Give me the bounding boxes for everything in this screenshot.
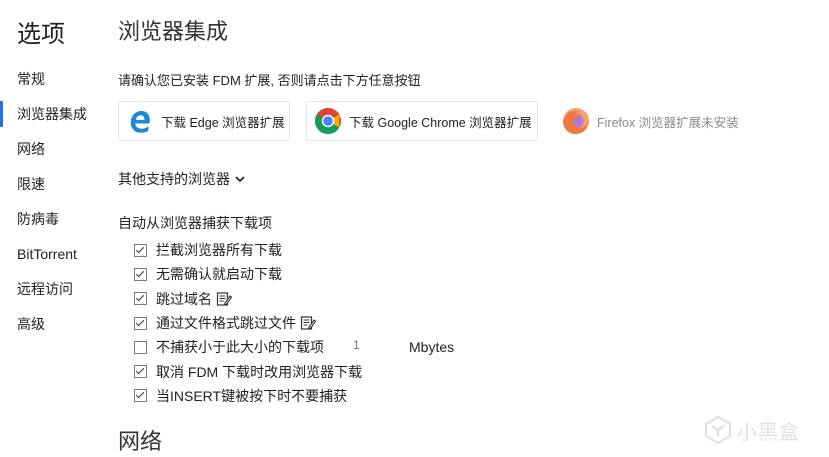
option-label: 拦截浏览器所有下载 (156, 242, 282, 259)
heybox-logo-icon (704, 415, 732, 445)
option-label: 跳过域名 (156, 290, 212, 307)
watermark: 小黑盒 (703, 415, 800, 445)
option-label: 无需确认就启动下载 (156, 266, 282, 283)
checkbox-skip-file-types[interactable] (134, 316, 147, 330)
firefox-icon (563, 108, 589, 134)
size-unit-label: Mbytes (409, 339, 455, 356)
chrome-icon (314, 107, 341, 135)
min-size-input[interactable] (353, 338, 393, 353)
other-browsers-toggle[interactable]: 其他支持的浏览器 (118, 169, 246, 189)
option-start-without-confirm: 无需确认就启动下载 (134, 262, 362, 286)
sidebar-item-remote-access[interactable]: 远程访问 (0, 276, 100, 311)
sidebar-item-network[interactable]: 网络 (0, 136, 100, 171)
chrome-extension-button[interactable]: 下载 Google Chrome 浏览器扩展 (306, 101, 538, 141)
options-title: 选项 (17, 21, 65, 48)
firefox-extension-label: Firefox 浏览器扩展未安装 (597, 115, 739, 130)
capture-options: 拦截浏览器所有下载 无需确认就启动下载 跳过域名 通过文件格式跳过文件 不捕获小… (134, 238, 454, 408)
edge-extension-button[interactable]: 下载 Edge 浏览器扩展 (118, 101, 290, 141)
sidebar-item-bittorrent[interactable]: BitTorrent (0, 241, 100, 276)
sidebar-item-antivirus[interactable]: 防病毒 (0, 206, 100, 241)
chrome-extension-label: 下载 Google Chrome 浏览器扩展 (349, 115, 532, 130)
checkbox-intercept-all[interactable] (134, 243, 147, 257)
option-label: 不捕获小于此大小的下载项 (156, 339, 324, 356)
option-fallback-to-browser: 取消 FDM 下载时改用浏览器下载 (134, 359, 362, 383)
option-label: 通过文件格式跳过文件 (156, 315, 296, 332)
sidebar: 选项 常规 浏览器集成 网络 限速 防病毒 BitTorrent 远程访问 高级 (0, 0, 100, 457)
option-intercept-all: 拦截浏览器所有下载 (134, 238, 362, 262)
sidebar-item-advanced[interactable]: 高级 (0, 311, 100, 346)
edge-icon (130, 111, 150, 133)
checkbox-min-size[interactable] (134, 340, 147, 354)
checkbox-skip-domains[interactable] (134, 292, 147, 306)
install-notice: 请确认您已安装 FDM 扩展, 否则请点击下方任意按钮 (118, 73, 421, 88)
sidebar-item-speed-limit[interactable]: 限速 (0, 171, 100, 206)
watermark-text: 小黑盒 (737, 421, 800, 444)
firefox-extension-status: Firefox 浏览器扩展未安装 (554, 101, 746, 141)
chevron-down-icon (235, 176, 245, 183)
option-skip-file-types: 通过文件格式跳过文件 (134, 311, 362, 335)
other-browsers-label: 其他支持的浏览器 (118, 171, 230, 187)
sidebar-nav: 常规 浏览器集成 网络 限速 防病毒 BitTorrent 远程访问 高级 (0, 66, 100, 346)
option-insert-key-skip: 当INSERT键被按下时不要捕获 (134, 384, 362, 408)
section-title: 浏览器集成 (118, 19, 229, 44)
option-label: 取消 FDM 下载时改用浏览器下载 (156, 363, 363, 380)
edit-icon[interactable] (300, 315, 316, 331)
checkbox-insert-key-skip[interactable] (134, 389, 147, 403)
capture-section-title: 自动从浏览器捕获下载项 (118, 215, 272, 231)
sidebar-item-browser-integration[interactable]: 浏览器集成 (0, 101, 100, 136)
option-label: 当INSERT键被按下时不要捕获 (156, 387, 348, 404)
edit-icon[interactable] (216, 291, 232, 307)
option-min-size: 不捕获小于此大小的下载项 Mbytes (134, 335, 454, 359)
sidebar-item-general[interactable]: 常规 (0, 66, 100, 101)
network-section-title: 网络 (118, 429, 163, 454)
edge-extension-label: 下载 Edge 浏览器扩展 (161, 115, 285, 130)
checkbox-start-without-confirm[interactable] (134, 267, 147, 281)
option-skip-domains: 跳过域名 (134, 287, 362, 311)
checkbox-fallback-to-browser[interactable] (134, 365, 147, 379)
